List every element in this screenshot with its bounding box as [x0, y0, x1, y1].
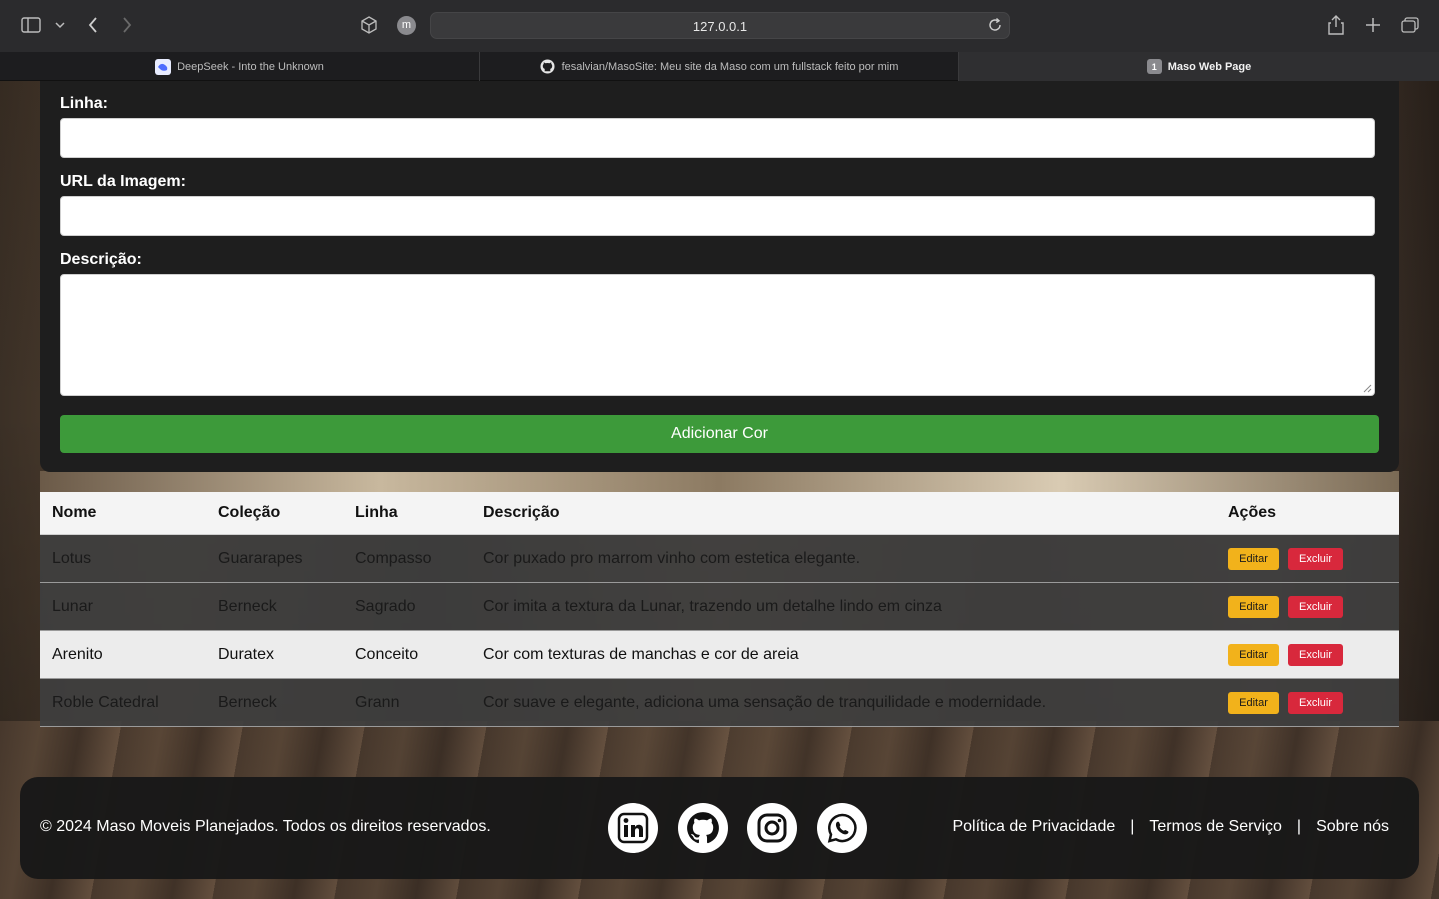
cell-colecao: Berneck	[218, 597, 277, 615]
add-color-form: Linha: URL da Imagem: Descrição: Adicion…	[40, 81, 1399, 472]
edit-button[interactable]: Editar	[1228, 692, 1279, 714]
table-row: Roble Catedral Berneck Grann Cor suave e…	[40, 679, 1399, 727]
site-footer: © 2024 Maso Moveis Planejados. Todos os …	[20, 777, 1419, 879]
linkedin-icon[interactable]	[608, 803, 658, 853]
chevron-down-icon[interactable]	[53, 18, 67, 32]
table-header-row: Nome Coleção Linha Descrição Ações	[40, 492, 1399, 535]
instagram-icon[interactable]	[747, 803, 797, 853]
browser-toolbar: m 127.0.0.1	[0, 0, 1439, 52]
link-separator: |	[1130, 818, 1135, 835]
table-row: Lunar Berneck Sagrado Cor imita a textur…	[40, 583, 1399, 631]
cell-nome: Lotus	[52, 549, 92, 567]
url-text[interactable]: 127.0.0.1	[431, 19, 1009, 34]
tab-number-badge: 1	[1146, 59, 1162, 74]
url-imagem-label: URL da Imagem:	[60, 173, 186, 190]
tab-label: DeepSeek - Into the Unknown	[177, 60, 324, 73]
copyright-text: © 2024 Maso Moveis Planejados. Todos os …	[40, 818, 491, 835]
background-photo-detail	[40, 471, 1399, 493]
cube-icon[interactable]	[359, 15, 379, 35]
delete-button[interactable]: Excluir	[1288, 596, 1343, 618]
github-icon	[540, 59, 556, 75]
address-bar[interactable]: 127.0.0.1	[430, 12, 1010, 39]
privacy-policy-link[interactable]: Política de Privacidade	[952, 818, 1115, 836]
delete-button[interactable]: Excluir	[1288, 548, 1343, 570]
tab-overview-icon[interactable]	[1400, 16, 1420, 34]
new-tab-icon[interactable]	[1364, 16, 1382, 34]
cell-nome: Lunar	[52, 597, 93, 615]
linha-input[interactable]	[60, 118, 1375, 158]
cell-descricao: Cor imita a textura da Lunar, trazendo u…	[483, 597, 942, 615]
tab-github[interactable]: fesalvian/MasoSite: Meu site da Maso com…	[480, 52, 959, 81]
cell-colecao: Duratex	[218, 645, 275, 663]
cell-descricao: Cor puxado pro marrom vinho com estetica…	[483, 549, 861, 567]
descricao-textarea[interactable]	[60, 274, 1375, 396]
footer-links: Política de Privacidade | Termos de Serv…	[952, 818, 1389, 836]
cell-nome: Arenito	[52, 645, 103, 663]
deepseek-icon	[155, 58, 172, 75]
tab-deepseek[interactable]: DeepSeek - Into the Unknown	[0, 52, 480, 81]
tab-label: Maso Web Page	[1167, 60, 1252, 73]
tab-bar: DeepSeek - Into the Unknown fesalvian/Ma…	[0, 52, 1439, 81]
tab-maso-web-page[interactable]: 1 Maso Web Page	[959, 52, 1439, 81]
url-imagem-input[interactable]	[60, 196, 1375, 236]
header-nome: Nome	[52, 504, 97, 521]
delete-button[interactable]: Excluir	[1288, 644, 1343, 666]
table-row: Arenito Duratex Conceito Cor com textura…	[40, 631, 1399, 679]
header-acoes: Ações	[1228, 504, 1277, 521]
sidebar-toggle-icon[interactable]	[20, 16, 42, 34]
github-icon[interactable]	[678, 803, 728, 853]
back-icon[interactable]	[84, 15, 102, 35]
cell-nome: Roble Catedral	[52, 693, 159, 711]
resize-handle-icon[interactable]	[1363, 384, 1372, 393]
header-colecao: Coleção	[218, 504, 281, 521]
cell-linha: Grann	[355, 693, 400, 711]
link-separator: |	[1296, 818, 1302, 835]
terms-of-service-link[interactable]: Termos de Serviço	[1149, 818, 1282, 836]
share-icon[interactable]	[1327, 14, 1345, 36]
whatsapp-icon[interactable]	[817, 803, 867, 853]
reload-icon[interactable]	[987, 17, 1003, 38]
cell-linha: Conceito	[355, 645, 419, 663]
header-linha: Linha	[355, 504, 398, 521]
edit-button[interactable]: Editar	[1228, 596, 1279, 618]
about-us-link[interactable]: Sobre nós	[1316, 818, 1389, 836]
delete-button[interactable]: Excluir	[1288, 692, 1343, 714]
tab-label: fesalvian/MasoSite: Meu site da Maso com…	[561, 60, 899, 73]
adicionar-cor-button[interactable]: Adicionar Cor	[60, 415, 1379, 453]
cell-colecao: Guararapes	[218, 549, 303, 567]
cell-descricao: Cor com texturas de manchas e cor de are…	[483, 645, 799, 663]
cell-descricao: Cor suave e elegante, adiciona uma sensa…	[483, 693, 1047, 711]
descricao-label: Descrição:	[60, 251, 142, 268]
edit-button[interactable]: Editar	[1228, 548, 1279, 570]
cell-colecao: Berneck	[218, 693, 277, 711]
cell-linha: Compasso	[355, 549, 432, 567]
linha-label: Linha:	[60, 95, 108, 112]
profile-avatar[interactable]: m	[397, 16, 416, 35]
edit-button[interactable]: Editar	[1228, 644, 1279, 666]
forward-icon[interactable]	[118, 15, 136, 35]
header-descricao: Descrição	[483, 504, 560, 521]
table-row: Lotus Guararapes Compasso Cor puxado pro…	[40, 535, 1399, 583]
cell-linha: Sagrado	[355, 597, 416, 615]
